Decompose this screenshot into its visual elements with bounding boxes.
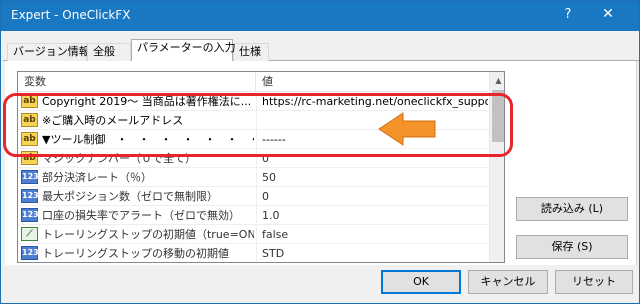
row-value[interactable]: 1.0	[262, 206, 488, 225]
window-title: Expert - OneClickFX	[11, 8, 131, 22]
column-divider	[256, 206, 257, 225]
tab-input-parameters[interactable]: パラメーターの入力	[131, 39, 236, 61]
title-bar[interactable]: Expert - OneClickFX ? ✕	[1, 1, 639, 31]
expert-dialog: Expert - OneClickFX ? ✕ バージョン情報 全般 パラメータ…	[0, 0, 640, 304]
scroll-up-arrow-icon[interactable]: ▲	[490, 72, 504, 89]
row-variable-name: 口座の損失率でアラート（ゼロで無効）	[42, 209, 240, 222]
column-divider	[256, 168, 257, 187]
dialog-button-bar: OK キャンセル リセット	[1, 265, 639, 303]
close-button[interactable]: ✕	[599, 6, 617, 24]
number-type-icon: 123	[21, 208, 39, 222]
cancel-button[interactable]: キャンセル	[468, 270, 548, 294]
table-row[interactable]: 123 口座の損失率でアラート（ゼロで無効） 1.0	[18, 206, 489, 225]
row-value[interactable]: false	[262, 225, 488, 244]
row-variable-name: 部分決済レート（％）	[42, 171, 152, 184]
column-header-value[interactable]: 値	[256, 72, 489, 92]
grid-header: 変数 値	[18, 72, 489, 92]
column-divider	[256, 244, 257, 262]
help-button[interactable]: ?	[561, 7, 575, 23]
row-variable-name: トレーリングストップの移動の初期値	[42, 247, 229, 260]
column-header-variable[interactable]: 変数	[18, 72, 256, 92]
table-row[interactable]: 123 最大ポジション数（ゼロで無制限） 0	[18, 187, 489, 206]
row-variable-name: 最大ポジション数（ゼロで無制限）	[42, 190, 218, 203]
table-row[interactable]: 123 部分決済レート（％） 50	[18, 168, 489, 187]
boolean-type-icon: ⟋	[21, 227, 38, 241]
load-button[interactable]: 読み込み (L)	[516, 197, 628, 221]
number-type-icon: 123	[21, 189, 39, 203]
save-button[interactable]: 保存 (S)	[516, 235, 628, 259]
row-value[interactable]: 0	[262, 187, 488, 206]
column-divider	[256, 225, 257, 244]
tab-bar: バージョン情報 全般 パラメーターの入力 仕様	[3, 39, 639, 61]
row-value[interactable]: 50	[262, 168, 488, 187]
tab-general[interactable]: 全般	[87, 43, 131, 61]
number-type-icon: 123	[21, 246, 39, 260]
reset-button[interactable]: リセット	[555, 270, 633, 294]
tab-version-info[interactable]: バージョン情報	[7, 43, 90, 61]
row-value[interactable]: STD	[262, 244, 488, 262]
table-row[interactable]: 123 トレーリングストップの移動の初期値 STD	[18, 244, 489, 262]
annotation-arrow-icon	[378, 112, 436, 146]
table-row[interactable]: ⟋ トレーリングストップの初期値（true=ON） false	[18, 225, 489, 244]
column-divider	[256, 187, 257, 206]
row-variable-name: トレーリングストップの初期値（true=ON）	[42, 228, 254, 241]
ok-button[interactable]: OK	[381, 270, 461, 294]
tab-specification[interactable]: 仕様	[233, 43, 269, 61]
number-type-icon: 123	[21, 170, 39, 184]
